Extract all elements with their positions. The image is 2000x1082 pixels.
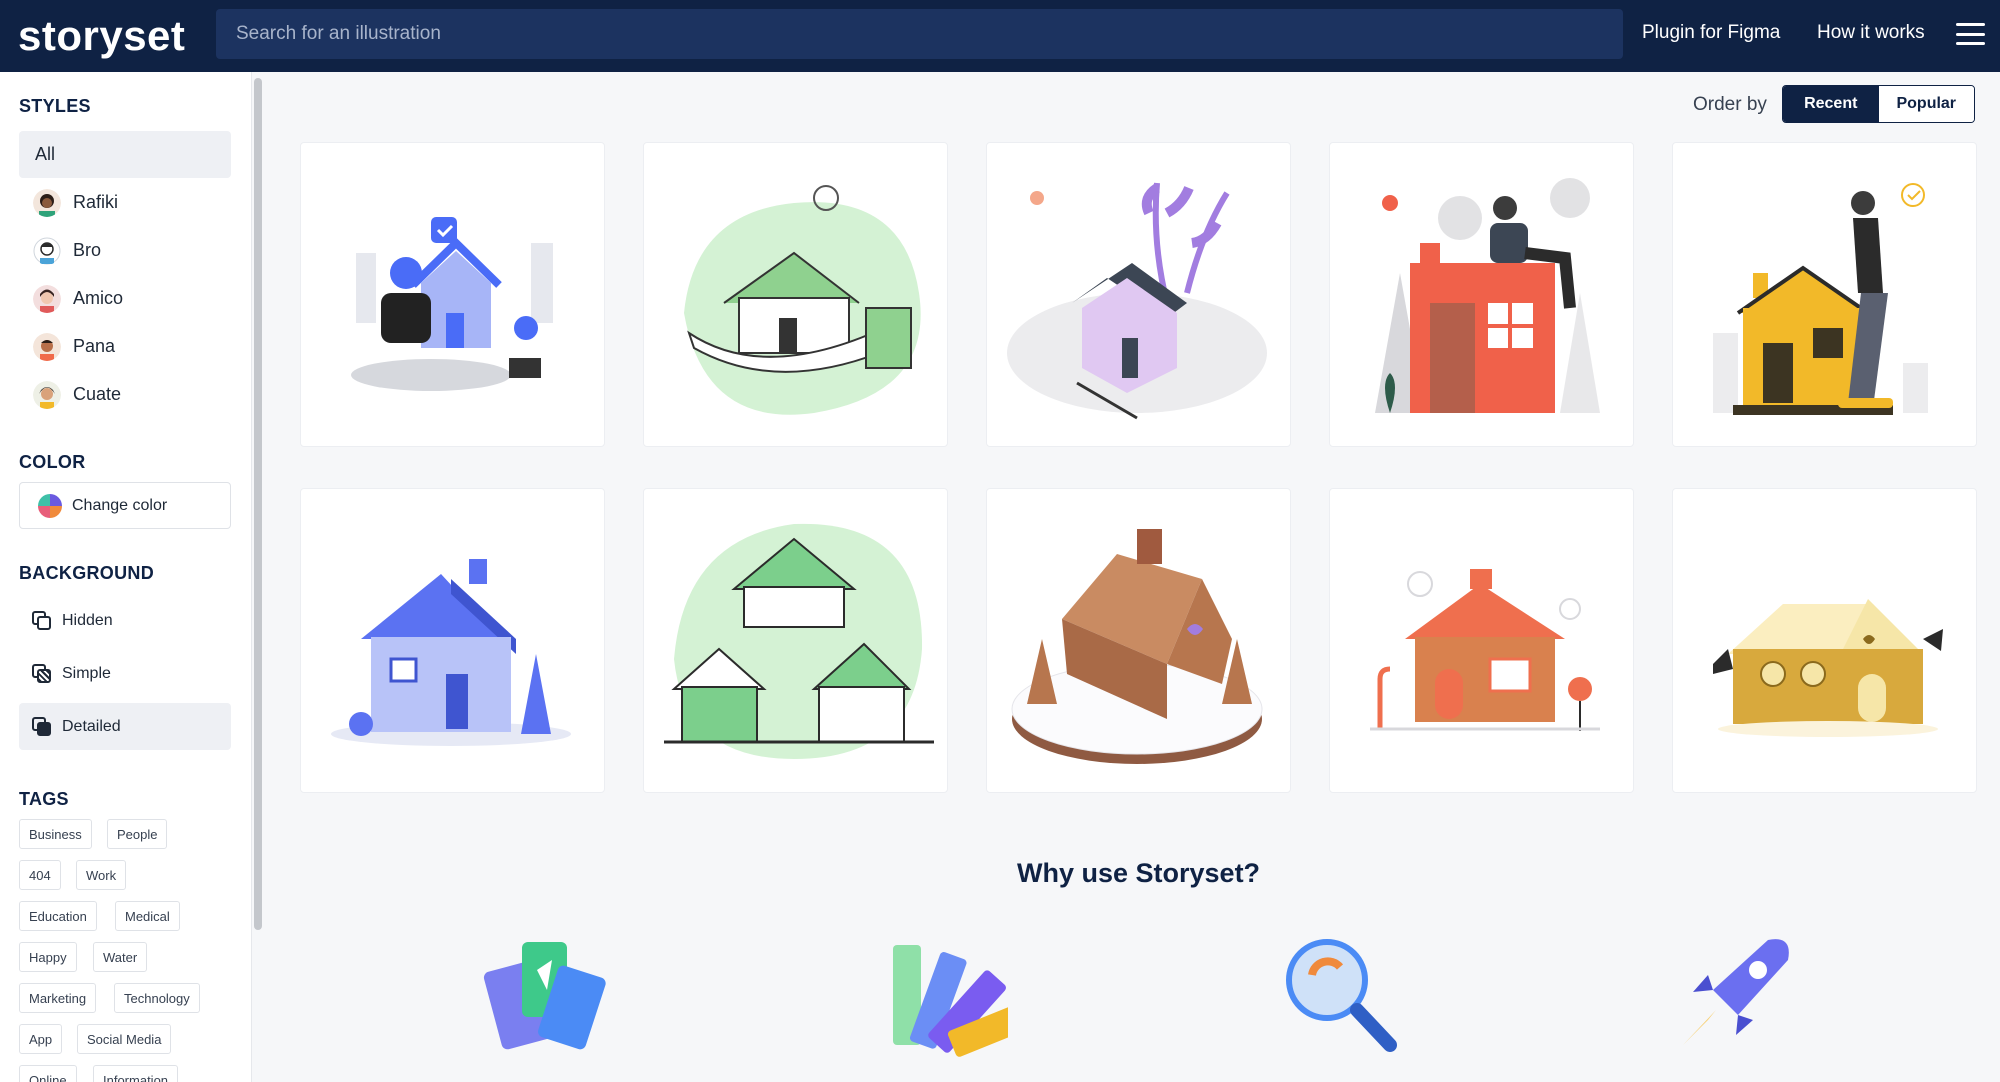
style-label: Amico [73, 288, 124, 308]
tag-work[interactable]: Work [76, 860, 127, 890]
tag-online[interactable]: Online [19, 1065, 77, 1082]
top-navbar: storyset Plugin for Figma How it works [0, 0, 2000, 72]
hamburger-icon[interactable] [1956, 23, 1985, 45]
man-leaning-yellow-house-illustration [1713, 183, 1928, 415]
tag-business[interactable]: Business [19, 819, 92, 849]
gingerbread-house-candy-illustration [1370, 569, 1600, 731]
background-label: Detailed [62, 717, 121, 735]
palette-icon [878, 930, 1035, 1060]
style-all[interactable]: All [19, 131, 231, 178]
tag-app[interactable]: App [19, 1024, 63, 1054]
amico-avatar-icon [33, 284, 61, 313]
tag-people[interactable]: People [107, 819, 168, 849]
illustration-card[interactable] [1329, 488, 1634, 793]
rafiki-avatar-icon [33, 188, 61, 217]
tag-technology[interactable]: Technology [114, 983, 200, 1013]
tag-education[interactable]: Education [19, 901, 97, 931]
search-input[interactable] [236, 23, 1623, 45]
tags-heading: TAGS [19, 789, 69, 809]
gingerbread-house-snow-illustration [1011, 529, 1263, 764]
illustration-card[interactable] [1672, 142, 1977, 447]
background-simple[interactable]: Simple [19, 650, 231, 697]
style-amico[interactable]: Amico [19, 275, 231, 322]
illustration-card[interactable] [1672, 488, 1977, 793]
bro-avatar-icon [33, 237, 61, 265]
background-detailed-icon [32, 716, 52, 737]
background-heading: BACKGROUND [19, 563, 154, 583]
tag-marketing[interactable]: Marketing [19, 983, 97, 1013]
purple-house-plants-illustration [1007, 182, 1267, 420]
cuate-avatar-icon [33, 380, 61, 409]
order-popular-button[interactable]: Popular [1878, 86, 1974, 122]
background-label: Simple [62, 664, 111, 682]
pana-avatar-icon [33, 332, 61, 361]
golden-gingerbread-house-illustration [1713, 599, 1943, 737]
background-hidden-icon [32, 610, 52, 631]
order-toggle: Recent Popular [1782, 85, 1975, 123]
plugin-for-figma-link[interactable]: Plugin for Figma [1642, 22, 1780, 44]
hand-holding-house-illustration [684, 185, 921, 415]
search-bar[interactable] [216, 9, 1623, 59]
background-detailed[interactable]: Detailed [19, 703, 231, 750]
tag-water[interactable]: Water [93, 942, 148, 972]
green-gingerbread-houses-illustration [664, 523, 934, 759]
order-by-label: Order by [1693, 94, 1767, 115]
color-heading: COLOR [19, 452, 86, 472]
filter-sidebar: STYLES All Rafiki Bro Amico Pana Cuate C… [0, 72, 252, 1082]
logo-text: storyset [18, 12, 186, 59]
illustration-card[interactable] [986, 488, 1291, 793]
tag-happy[interactable]: Happy [19, 942, 77, 972]
illustration-card[interactable] [986, 142, 1291, 447]
style-label: All [35, 144, 56, 164]
illustration-card[interactable] [643, 142, 948, 447]
sidebar-scrollbar[interactable] [254, 78, 262, 930]
woman-hugging-house-illustration [351, 217, 553, 391]
background-label: Hidden [62, 611, 113, 629]
change-color-button[interactable]: Change color [19, 482, 231, 529]
why-use-storyset-heading: Why use Storyset? [1017, 858, 1261, 888]
blue-winter-house-illustration [331, 559, 571, 746]
style-label: Pana [73, 336, 116, 356]
background-simple-icon [32, 663, 52, 684]
styles-heading: STYLES [19, 96, 91, 116]
style-label: Cuate [73, 384, 122, 404]
tag-404[interactable]: 404 [19, 860, 61, 890]
style-pana[interactable]: Pana [19, 323, 231, 370]
storyset-logo[interactable]: storyset [18, 8, 185, 64]
how-it-works-link[interactable]: How it works [1817, 22, 1925, 44]
tag-information[interactable]: Information [93, 1065, 179, 1082]
background-hidden[interactable]: Hidden [19, 597, 231, 644]
illustration-card[interactable] [1329, 142, 1634, 447]
style-label: Bro [73, 240, 102, 260]
magnifier-icon [1272, 930, 1402, 1060]
style-cuate[interactable]: Cuate [19, 371, 231, 418]
color-wheel-icon [38, 493, 62, 518]
tag-medical[interactable]: Medical [115, 901, 180, 931]
change-color-label: Change color [72, 496, 168, 514]
cards-icon [482, 930, 612, 1060]
style-rafiki[interactable]: Rafiki [19, 179, 231, 226]
illustration-card[interactable] [300, 488, 605, 793]
order-recent-button[interactable]: Recent [1783, 86, 1879, 122]
man-on-red-house-illustration [1375, 178, 1600, 413]
tag-social-media[interactable]: Social Media [77, 1024, 172, 1054]
illustration-card[interactable] [300, 142, 605, 447]
style-label: Rafiki [73, 192, 119, 212]
style-bro[interactable]: Bro [19, 227, 231, 274]
rocket-icon [1668, 930, 1798, 1060]
illustration-card[interactable] [643, 488, 948, 793]
